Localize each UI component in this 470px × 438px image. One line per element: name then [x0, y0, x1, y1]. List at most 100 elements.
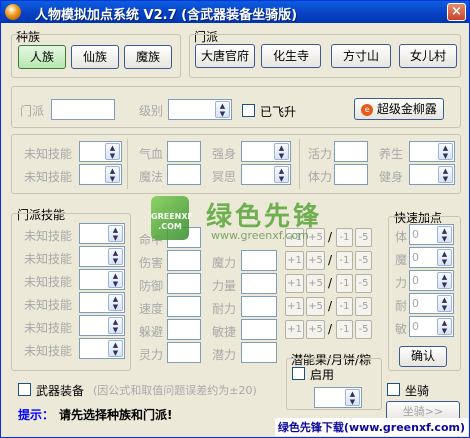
attr-label: 躲避	[139, 325, 164, 339]
minus-one-button[interactable]: -1	[336, 320, 353, 339]
spin-arrows-icon[interactable]: ▲ ▼	[105, 143, 120, 160]
feisheng-checkbox[interactable]	[242, 104, 255, 117]
minus-five-button[interactable]: -5	[355, 228, 372, 247]
attr-field[interactable]	[241, 273, 277, 294]
minus-one-button[interactable]: -1	[336, 251, 353, 270]
attr-field[interactable]	[167, 250, 201, 271]
spin-arrows-icon[interactable]: ▲ ▼	[437, 249, 452, 266]
plus-one-button[interactable]: +1	[285, 251, 304, 270]
skill-stepper[interactable]: ▲ ▼	[79, 164, 122, 185]
spin-arrows-icon[interactable]: ▲ ▼	[108, 294, 123, 311]
plus-five-button[interactable]: +5	[306, 297, 325, 316]
quick-stepper[interactable]: 0 ▲ ▼	[409, 224, 454, 245]
stat-stepper[interactable]: ▲ ▼	[409, 164, 455, 185]
attr-field[interactable]	[241, 250, 277, 271]
attr-field[interactable]	[241, 342, 277, 363]
quick-value: 0	[412, 320, 419, 333]
minus-five-button[interactable]: -5	[355, 274, 372, 293]
weapon-checkbox[interactable]	[18, 383, 31, 396]
spin-arrows-icon[interactable]: ▲ ▼	[108, 340, 123, 357]
faction-button-nver[interactable]: 女儿村	[399, 44, 457, 68]
plus-five-button[interactable]: +5	[306, 251, 325, 270]
plus-five-button[interactable]: +5	[306, 274, 325, 293]
spin-arrows-icon[interactable]: ▲ ▼	[108, 317, 123, 334]
feisheng-label: 已飞升	[260, 105, 297, 119]
minus-five-button[interactable]: -5	[355, 320, 372, 339]
stat-field[interactable]	[167, 164, 201, 185]
skill-stepper[interactable]: ▲ ▼	[79, 141, 122, 162]
minus-one-button[interactable]: -1	[336, 297, 353, 316]
spin-arrows-icon[interactable]: ▲ ▼	[105, 166, 120, 183]
spin-arrows-icon[interactable]: ▲ ▼	[108, 271, 123, 288]
sect-skill-stepper[interactable]: ▲ ▼	[79, 338, 125, 359]
sect-skill-stepper[interactable]: ▲ ▼	[79, 269, 125, 290]
race-button-demon[interactable]: 魔族	[124, 45, 172, 69]
race-button-immortal[interactable]: 仙族	[71, 45, 119, 69]
stat-field[interactable]	[334, 164, 368, 185]
quick-attr-label: 力	[395, 276, 408, 290]
minus-five-button[interactable]: -5	[355, 251, 372, 270]
confirm-button[interactable]: 确认	[399, 346, 447, 367]
spin-arrows-icon[interactable]: ▲ ▼	[437, 318, 452, 335]
race-button-human[interactable]: 人族	[18, 45, 66, 69]
quick-value: 0	[412, 274, 419, 287]
menpai-field[interactable]	[51, 99, 115, 120]
mount-checkbox[interactable]	[387, 383, 400, 396]
sect-skill-label: 未知技能	[24, 321, 73, 335]
stat-field[interactable]	[334, 141, 368, 162]
spin-arrows-icon[interactable]: ▲ ▼	[437, 295, 452, 312]
quick-stepper[interactable]: 0 ▲ ▼	[409, 293, 454, 314]
quick-attr-label: 体	[395, 230, 408, 244]
sect-skill-stepper[interactable]: ▲ ▼	[79, 292, 125, 313]
attr-field[interactable]	[167, 342, 201, 363]
stat-label: 体力	[308, 170, 333, 184]
potential-checkbox[interactable]	[292, 367, 305, 380]
title-bar[interactable]: 人物模拟加点系统 V2.7 (含武器装备坐骑版) ×	[1, 1, 469, 23]
plus-one-button[interactable]: +1	[285, 320, 304, 339]
spin-arrows-icon[interactable]: ▲ ▼	[274, 143, 289, 160]
attr-field[interactable]	[167, 273, 201, 294]
attr-label: 敏捷	[212, 325, 237, 339]
spin-arrows-icon[interactable]: ▲ ▼	[438, 166, 453, 183]
attr-field[interactable]	[167, 319, 201, 340]
plus-one-button[interactable]: +1	[285, 297, 304, 316]
faction-button-datang[interactable]: 大唐官府	[195, 44, 255, 68]
quick-stepper[interactable]: 0 ▲ ▼	[409, 270, 454, 291]
stat-field[interactable]	[167, 141, 201, 162]
spin-arrows-icon[interactable]: ▲ ▼	[108, 225, 123, 242]
stat-stepper[interactable]: ▲ ▼	[409, 141, 455, 162]
sect-skill-stepper[interactable]: ▲ ▼	[79, 315, 125, 336]
stat-label: 强身	[212, 147, 237, 161]
attr-field[interactable]	[241, 296, 277, 317]
attr-field[interactable]	[241, 319, 277, 340]
spin-arrows-icon[interactable]: ▲ ▼	[215, 101, 230, 118]
sect-skill-stepper[interactable]: ▲ ▼	[79, 223, 125, 244]
quick-stepper[interactable]: 0 ▲ ▼	[409, 316, 454, 337]
attr-label: 防御	[139, 279, 164, 293]
quick-stepper[interactable]: 0 ▲ ▼	[409, 247, 454, 268]
spin-arrows-icon[interactable]: ▲ ▼	[437, 272, 452, 289]
attr-field[interactable]	[167, 296, 201, 317]
stat-stepper[interactable]: ▲ ▼	[241, 164, 291, 185]
faction-button-huasheng[interactable]: 化生寺	[261, 44, 321, 68]
plus-one-button[interactable]: +1	[285, 274, 304, 293]
stat-label: 冥思	[212, 170, 237, 184]
close-button[interactable]: ×	[447, 3, 466, 21]
level-stepper[interactable]: ▲ ▼	[168, 99, 232, 120]
stat-stepper[interactable]: ▲ ▼	[241, 141, 291, 162]
window-title: 人物模拟加点系统 V2.7 (含武器装备坐骑版)	[35, 8, 298, 23]
spin-arrows-icon[interactable]: ▲ ▼	[345, 389, 360, 406]
faction-button-fangcun[interactable]: 方寸山	[331, 44, 391, 68]
spin-arrows-icon[interactable]: ▲ ▼	[437, 226, 452, 243]
minus-one-button[interactable]: -1	[336, 274, 353, 293]
potential-stepper[interactable]: ▲ ▼	[314, 387, 362, 408]
minus-five-button[interactable]: -5	[355, 297, 372, 316]
spin-arrows-icon[interactable]: ▲ ▼	[108, 248, 123, 265]
sect-skill-stepper[interactable]: ▲ ▼	[79, 246, 125, 267]
spin-arrows-icon[interactable]: ▲ ▼	[438, 143, 453, 160]
plus-five-button[interactable]: +5	[306, 320, 325, 339]
enable-label: 启用	[310, 368, 335, 382]
spin-arrows-icon[interactable]: ▲ ▼	[274, 166, 289, 183]
quick-attr-label: 耐	[395, 299, 408, 313]
chaoji-button[interactable]: e 超级金柳露	[354, 98, 444, 120]
